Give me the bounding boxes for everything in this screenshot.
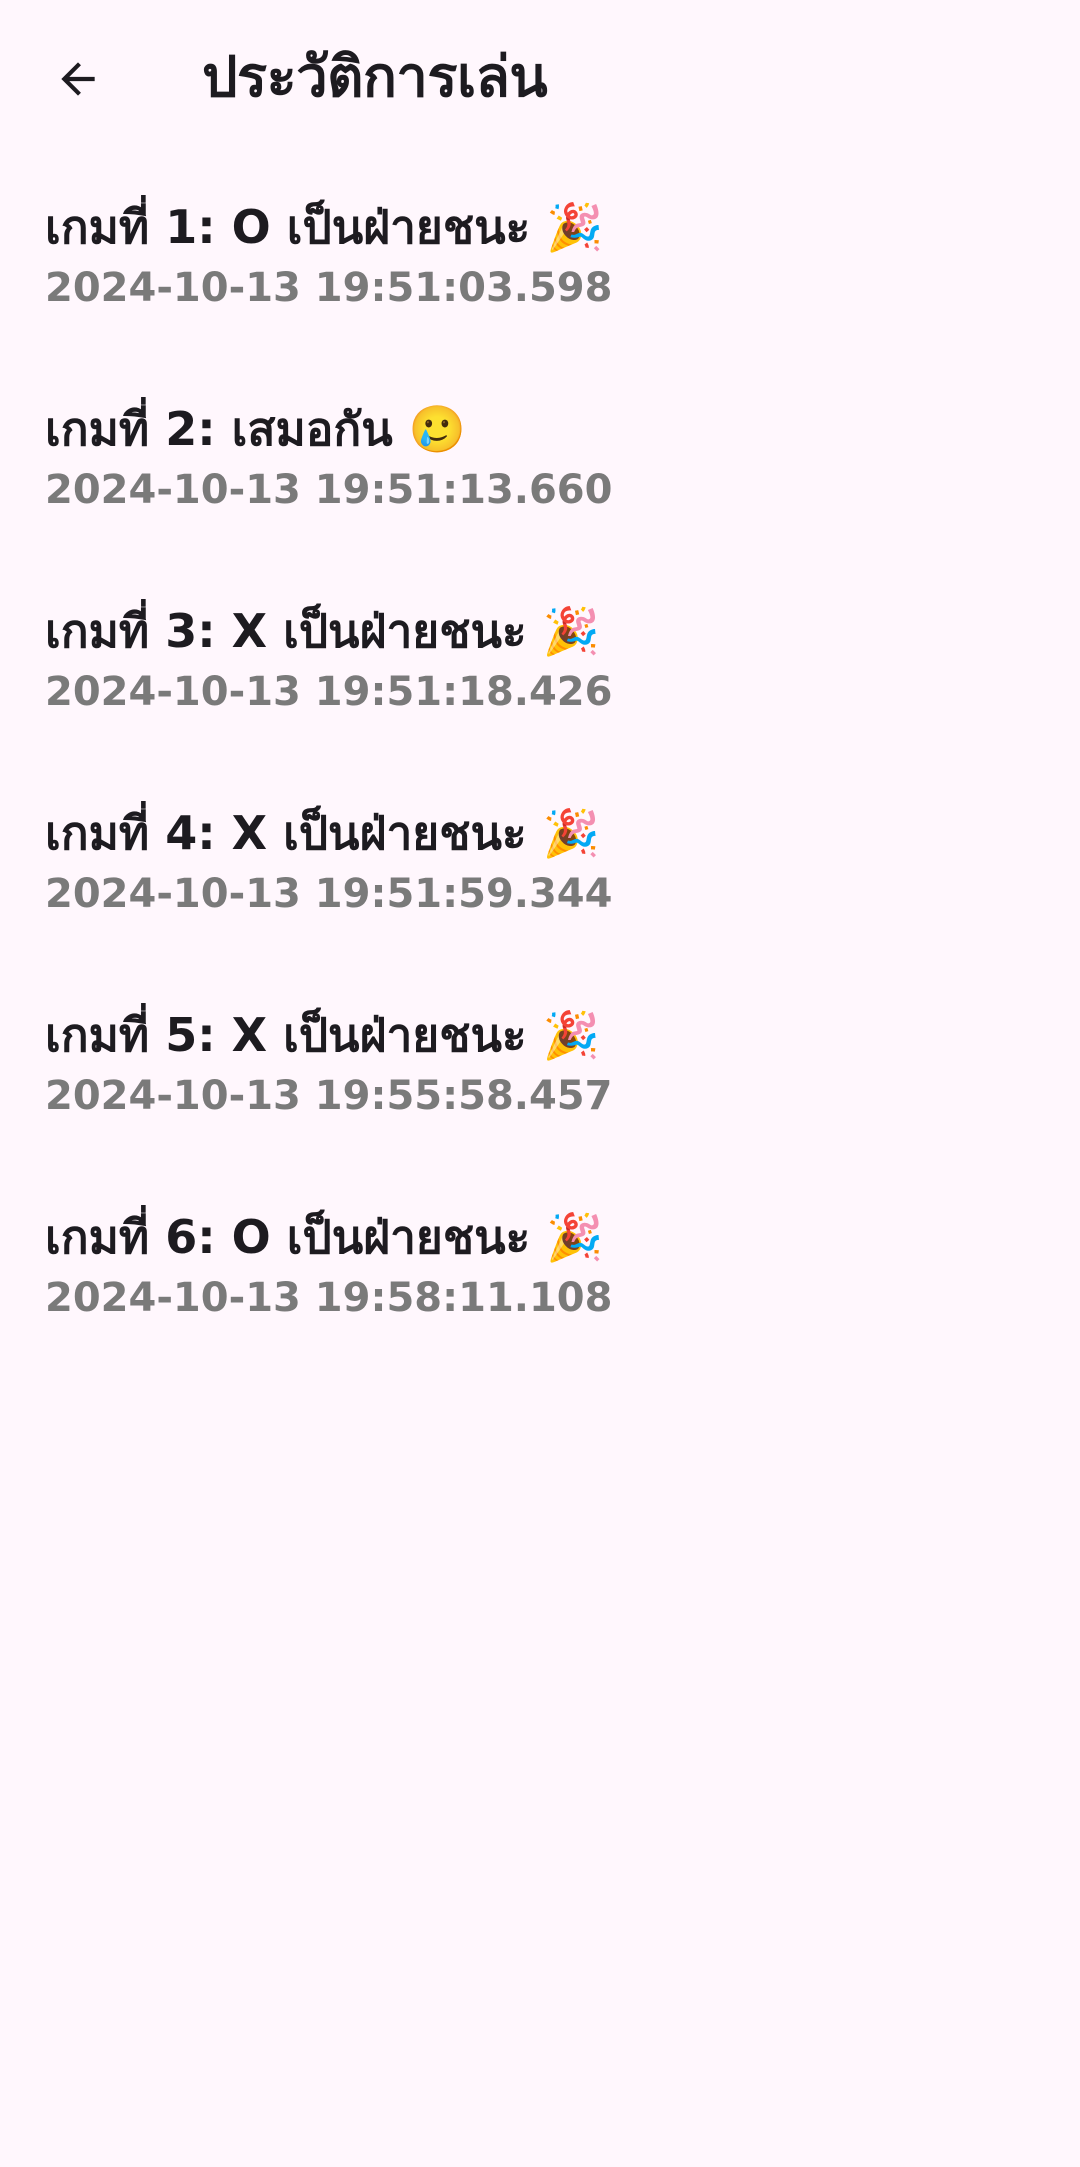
history-item-timestamp: 2024-10-13 19:51:03.598 <box>45 265 613 311</box>
history-item-timestamp: 2024-10-13 19:51:18.426 <box>45 669 613 715</box>
top-app-bar: ประวัติการเล่น <box>0 0 1080 160</box>
history-item[interactable]: เกมที่ 1: O เป็นฝ่ายชนะ 🎉 2024-10-13 19:… <box>0 185 1080 387</box>
history-item-title: เกมที่ 5: X เป็นฝ่ายชนะ 🎉 <box>45 1008 600 1062</box>
history-item-title: เกมที่ 4: X เป็นฝ่ายชนะ 🎉 <box>45 806 600 860</box>
history-item-timestamp: 2024-10-13 19:58:11.108 <box>45 1275 613 1321</box>
history-item-timestamp: 2024-10-13 19:51:59.344 <box>45 871 613 917</box>
page-title: ประวัติการเล่น <box>202 45 548 110</box>
history-item-title: เกมที่ 1: O เป็นฝ่ายชนะ 🎉 <box>45 200 604 254</box>
history-item-title: เกมที่ 6: O เป็นฝ่ายชนะ 🎉 <box>45 1210 604 1264</box>
history-item-timestamp: 2024-10-13 19:55:58.457 <box>45 1073 613 1119</box>
history-item-title: เกมที่ 2: เสมอกัน 🥲 <box>45 402 466 456</box>
history-item[interactable]: เกมที่ 4: X เป็นฝ่ายชนะ 🎉 2024-10-13 19:… <box>0 791 1080 993</box>
history-item[interactable]: เกมที่ 5: X เป็นฝ่ายชนะ 🎉 2024-10-13 19:… <box>0 993 1080 1195</box>
history-item[interactable]: เกมที่ 3: X เป็นฝ่ายชนะ 🎉 2024-10-13 19:… <box>0 589 1080 791</box>
history-item[interactable]: เกมที่ 6: O เป็นฝ่ายชนะ 🎉 2024-10-13 19:… <box>0 1195 1080 1397</box>
arrow-back-icon <box>61 62 95 96</box>
history-list: เกมที่ 1: O เป็นฝ่ายชนะ 🎉 2024-10-13 19:… <box>0 185 1080 1397</box>
history-item[interactable]: เกมที่ 2: เสมอกัน 🥲 2024-10-13 19:51:13.… <box>0 387 1080 589</box>
history-item-title: เกมที่ 3: X เป็นฝ่ายชนะ 🎉 <box>45 604 600 658</box>
back-button[interactable] <box>34 35 122 123</box>
history-item-timestamp: 2024-10-13 19:51:13.660 <box>45 467 613 513</box>
